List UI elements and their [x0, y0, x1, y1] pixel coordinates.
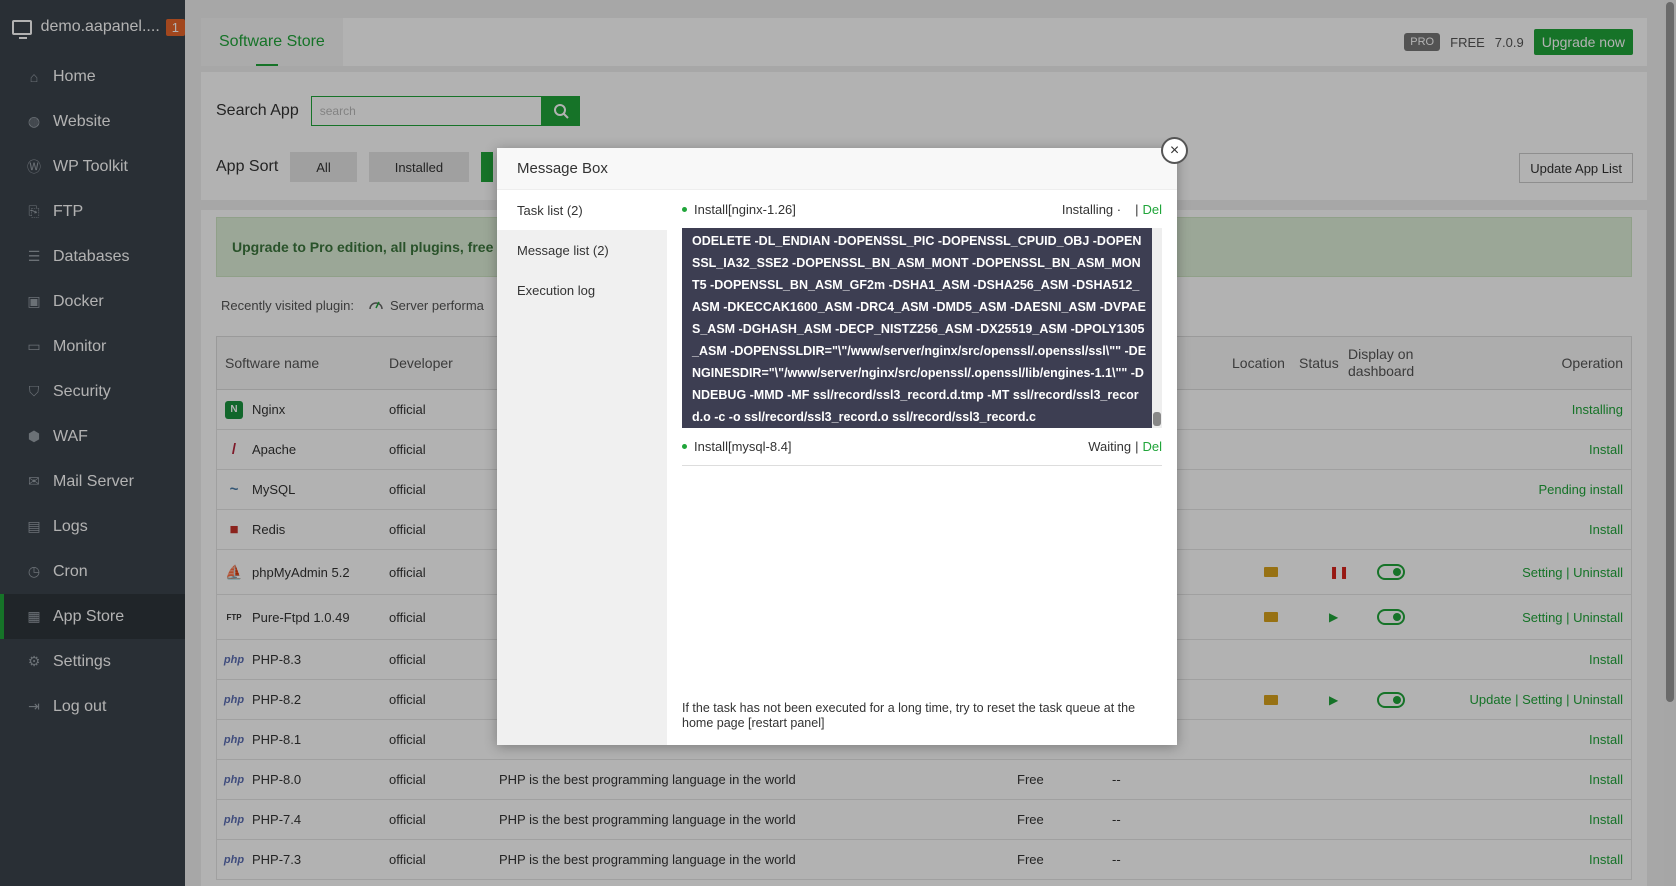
task-status: Waiting	[1088, 439, 1132, 454]
task-delete-link[interactable]: Del	[1142, 202, 1162, 217]
tab-task-list[interactable]: Task list (2)	[497, 190, 667, 230]
status-dot	[682, 444, 687, 449]
task-item: Install[nginx-1.26] Installing · | Del	[682, 190, 1162, 228]
task-delete-link[interactable]: Del	[1142, 439, 1162, 454]
tab-message-list[interactable]: Message list (2)	[497, 230, 667, 270]
log-text: ODELETE -DL_ENDIAN -DOPENSSL_PIC -DOPENS…	[692, 234, 1147, 424]
message-box-modal: Message Box Task list (2) Message list (…	[497, 148, 1177, 745]
task-list-panel: Install[nginx-1.26] Installing · | Del O…	[682, 190, 1162, 745]
close-modal-button[interactable]: ×	[1161, 137, 1188, 164]
modal-title: Message Box	[497, 148, 1177, 190]
log-scrollbar[interactable]	[1152, 228, 1162, 428]
task-name: Install[nginx-1.26]	[694, 201, 796, 217]
status-dot	[682, 206, 687, 212]
modal-sidebar: Task list (2) Message list (2) Execution…	[497, 190, 667, 745]
task-hint: If the task has not been executed for a …	[682, 701, 1136, 730]
install-log-output[interactable]: ODELETE -DL_ENDIAN -DOPENSSL_PIC -DOPENS…	[682, 228, 1162, 428]
task-item: Install[mysql-8.4] Waiting | Del	[682, 428, 1162, 466]
task-separator: |	[1135, 201, 1139, 217]
tab-execution-log[interactable]: Execution log	[497, 270, 667, 310]
task-status: Installing ·	[1061, 201, 1122, 217]
task-separator: |	[1135, 439, 1139, 454]
task-name: Install[mysql-8.4]	[694, 439, 792, 454]
